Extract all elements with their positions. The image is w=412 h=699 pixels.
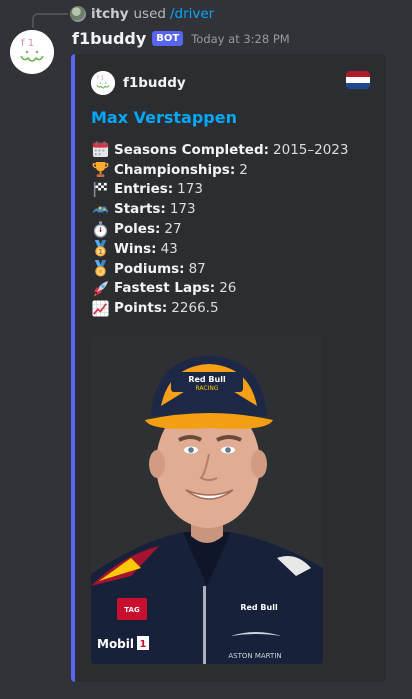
calendar-icon — [91, 141, 109, 159]
embed-author: f 1 f1buddy — [91, 71, 186, 95]
stat-value: 2266.5 — [171, 300, 219, 317]
bot-username[interactable]: f1buddy — [72, 29, 146, 48]
stat-value: 173 — [177, 181, 203, 198]
stat-seasons: Seasons Completed: 2015–2023 — [91, 140, 348, 160]
stat-value: 26 — [219, 280, 237, 297]
stat-championships: Championships: 2 — [91, 160, 348, 180]
stat-podiums: Podiums: 87 — [91, 259, 348, 279]
stat-starts: Starts: 173 — [91, 199, 348, 219]
stat-value: 27 — [164, 221, 182, 238]
trophy-icon — [91, 161, 109, 179]
svg-text:1: 1 — [98, 248, 103, 256]
stat-fastest-laps: Fastest Laps: 26 — [91, 279, 348, 299]
driver-embed: f 1 f1buddy Max Verstappen Seasons Compl… — [71, 54, 386, 682]
medal-icon — [91, 260, 109, 278]
stat-label: Podiums: — [114, 260, 185, 277]
svg-text:f 1: f 1 — [21, 38, 34, 49]
chart-increasing-icon — [91, 299, 109, 317]
sponsor-mobil-logo: Mobil — [97, 637, 134, 651]
embed-title[interactable]: Max Verstappen — [91, 108, 237, 127]
replied-user-avatar[interactable] — [70, 6, 86, 22]
stat-value: 2 — [239, 161, 248, 178]
stat-entries: Entries: 173 — [91, 180, 348, 200]
stat-value: 173 — [169, 201, 196, 218]
reply-used-text: used — [133, 6, 166, 22]
svg-text:Red Bull: Red Bull — [240, 603, 278, 612]
sponsor-aston-logo: ASTON MARTIN — [228, 652, 281, 660]
slash-command-link[interactable]: /driver — [170, 6, 214, 22]
chequered-flag-icon — [91, 180, 109, 198]
cap-logo-subtext: RACING — [195, 385, 218, 392]
embed-author-avatar-doodle: f 1 — [91, 71, 115, 95]
message-timestamp[interactable]: Today at 3:28 PM — [191, 32, 289, 46]
replied-user-name[interactable]: itchy — [91, 6, 129, 22]
stat-value: 43 — [160, 240, 178, 257]
svg-text:1: 1 — [140, 639, 147, 650]
stat-label: Wins: — [114, 240, 157, 257]
stat-label: Starts: — [114, 201, 166, 218]
stat-label: Championships: — [114, 161, 236, 178]
race-car-icon — [91, 200, 109, 218]
reply-reference[interactable]: itchy used /driver — [70, 5, 214, 23]
embed-author-avatar: f 1 — [91, 71, 115, 95]
flag-stripe-blue — [346, 83, 370, 89]
cap-logo-text: Red Bull — [188, 375, 226, 384]
stopwatch-icon — [91, 220, 109, 238]
stat-value: 2015–2023 — [273, 141, 349, 158]
svg-text:f 1: f 1 — [97, 76, 104, 82]
stat-label: Seasons Completed: — [114, 141, 270, 158]
stat-label: Fastest Laps: — [114, 280, 216, 297]
stat-poles: Poles: 27 — [91, 219, 348, 239]
driver-portrait-illustration: Red Bull RACING TAG Mobil 1 Red Bull AST… — [91, 336, 323, 664]
netherlands-flag-icon — [346, 71, 370, 89]
reply-connector — [32, 13, 68, 28]
first-place-medal-icon: 1 — [91, 240, 109, 258]
sponsor-tag-logo: TAG — [124, 606, 140, 614]
rocket-icon — [91, 279, 109, 297]
bot-badge: BOT — [152, 31, 184, 46]
stat-value: 87 — [188, 260, 206, 277]
stat-label: Entries: — [114, 181, 174, 198]
stat-points: Points: 2266.5 — [91, 298, 348, 318]
stat-label: Poles: — [114, 221, 161, 238]
message-header: f1buddy BOT Today at 3:28 PM — [72, 29, 290, 48]
bot-avatar[interactable]: f 1 — [10, 30, 54, 74]
stat-label: Points: — [114, 300, 168, 317]
stat-wins: 1 Wins: 43 — [91, 239, 348, 259]
embed-author-name: f1buddy — [123, 75, 186, 91]
driver-photo[interactable]: Red Bull RACING TAG Mobil 1 Red Bull AST… — [91, 336, 323, 664]
bot-avatar-doodle: f 1 — [10, 30, 54, 74]
driver-stats: Seasons Completed: 2015–2023 Championshi… — [91, 140, 348, 318]
